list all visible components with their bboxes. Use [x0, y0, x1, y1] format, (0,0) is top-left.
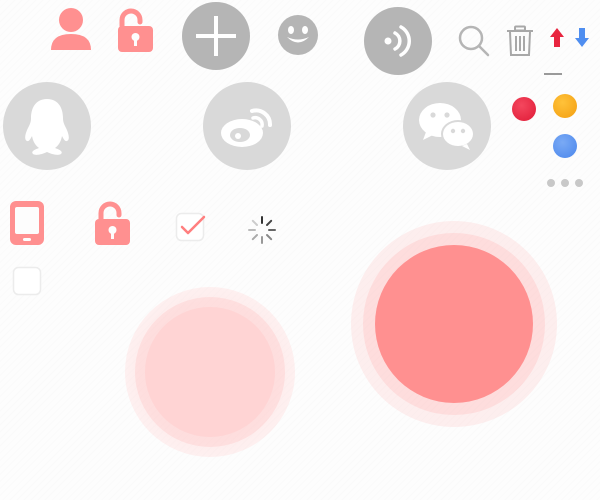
checkbox-checked[interactable] [175, 212, 207, 244]
plus-icon [196, 16, 236, 56]
checkbox-empty[interactable] [12, 266, 42, 296]
red-dot [512, 97, 536, 121]
phone-icon[interactable] [9, 200, 45, 246]
qq-button[interactable] [3, 82, 91, 170]
blue-dot [553, 134, 577, 158]
weibo-button[interactable] [203, 82, 291, 170]
qq-icon [25, 99, 69, 155]
sound-icon [384, 25, 411, 57]
arrow-up-icon[interactable] [549, 27, 565, 48]
add-button[interactable] [182, 2, 250, 70]
search-icon[interactable] [457, 24, 491, 58]
sound-button[interactable] [364, 7, 432, 75]
record-button[interactable] [375, 245, 533, 403]
wechat-button[interactable] [403, 82, 491, 170]
unlock-icon[interactable] [116, 8, 156, 54]
pressed-button[interactable] [145, 307, 275, 437]
user-icon[interactable] [50, 7, 92, 51]
arrow-down-icon[interactable] [574, 27, 590, 48]
more-dots-icon[interactable] [545, 177, 585, 189]
checkbox-empty-icon [12, 266, 42, 296]
smiley-icon[interactable] [277, 14, 319, 56]
spinner-icon [247, 215, 277, 245]
divider-line [544, 73, 562, 75]
orange-dot [553, 94, 577, 118]
wechat-icon [419, 103, 475, 150]
checkbox-checked-icon [175, 212, 206, 242]
weibo-icon [221, 108, 272, 147]
trash-icon[interactable] [506, 25, 534, 57]
unlock-icon-secondary[interactable] [94, 201, 132, 246]
